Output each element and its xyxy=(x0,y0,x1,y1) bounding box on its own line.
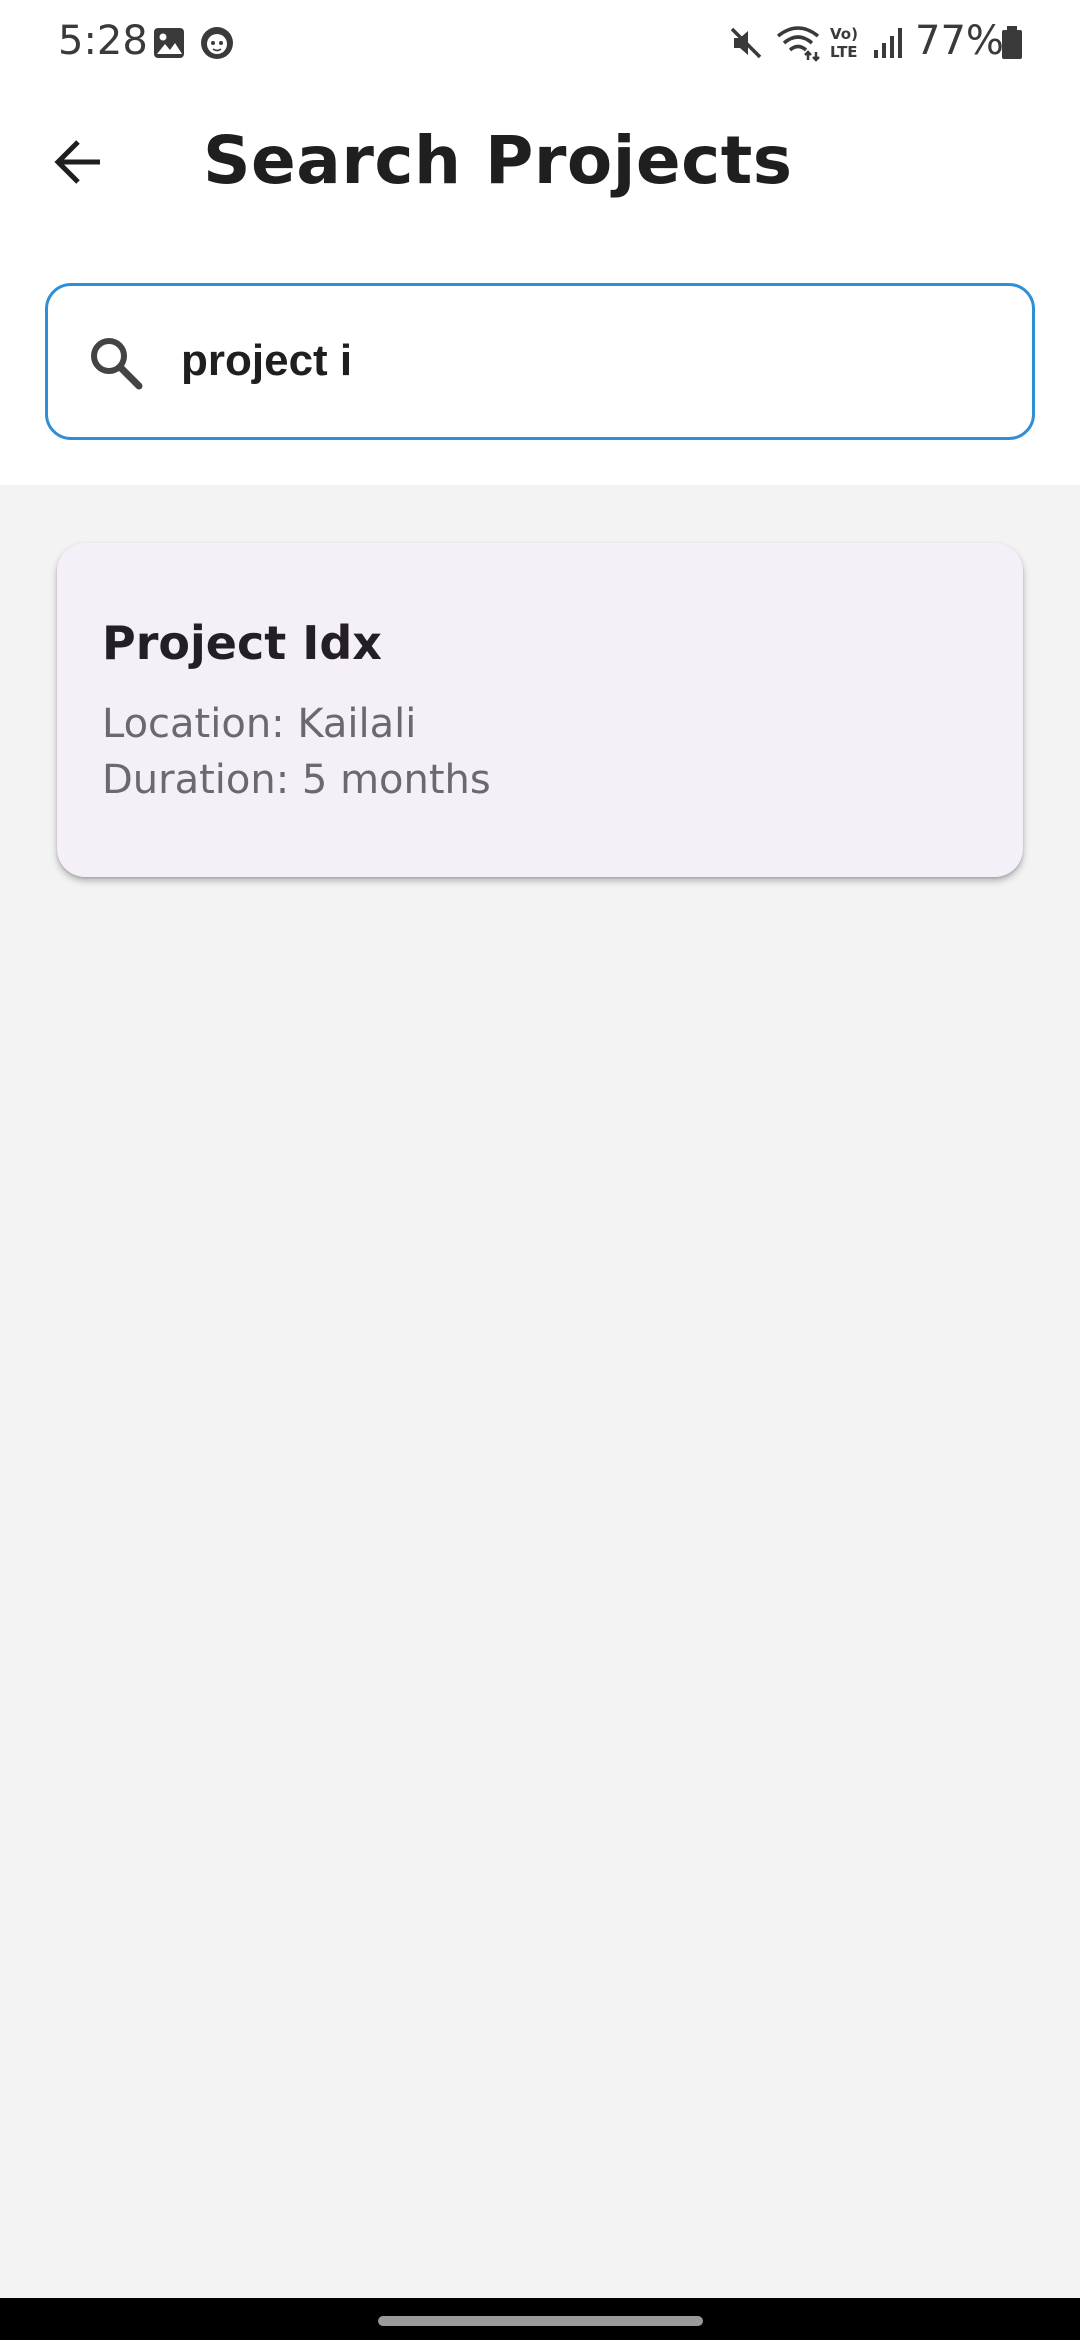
svg-text:LTE: LTE xyxy=(830,43,858,61)
battery-icon xyxy=(1000,26,1024,65)
project-card[interactable]: Project Idx Location: Kailali Duration: … xyxy=(57,543,1023,877)
search-field[interactable] xyxy=(45,283,1035,440)
project-location: Location: Kailali xyxy=(102,701,417,747)
signal-icon xyxy=(872,26,904,65)
arrow-back-icon xyxy=(52,136,104,193)
gallery-icon xyxy=(152,26,186,65)
mute-icon xyxy=(728,25,764,66)
project-duration: Duration: 5 months xyxy=(102,757,491,803)
page-title: Search Projects xyxy=(203,122,793,199)
face-app-icon xyxy=(199,25,235,66)
project-title: Project Idx xyxy=(102,616,382,670)
wifi-icon xyxy=(774,22,822,67)
home-gesture-handle[interactable] xyxy=(378,2316,703,2326)
svg-text:Vo): Vo) xyxy=(830,25,858,43)
volte-icon: Vo) LTE xyxy=(828,24,864,67)
app-bar: Search Projects xyxy=(0,84,1080,234)
search-input[interactable] xyxy=(181,316,1001,406)
back-button[interactable] xyxy=(38,124,118,204)
status-bar: 5:28 Vo) LTE 77% xyxy=(0,0,1080,84)
status-time: 5:28 xyxy=(58,18,148,64)
navigation-bar xyxy=(0,2298,1080,2340)
search-icon xyxy=(86,333,144,391)
battery-percentage: 77% xyxy=(915,18,1004,64)
